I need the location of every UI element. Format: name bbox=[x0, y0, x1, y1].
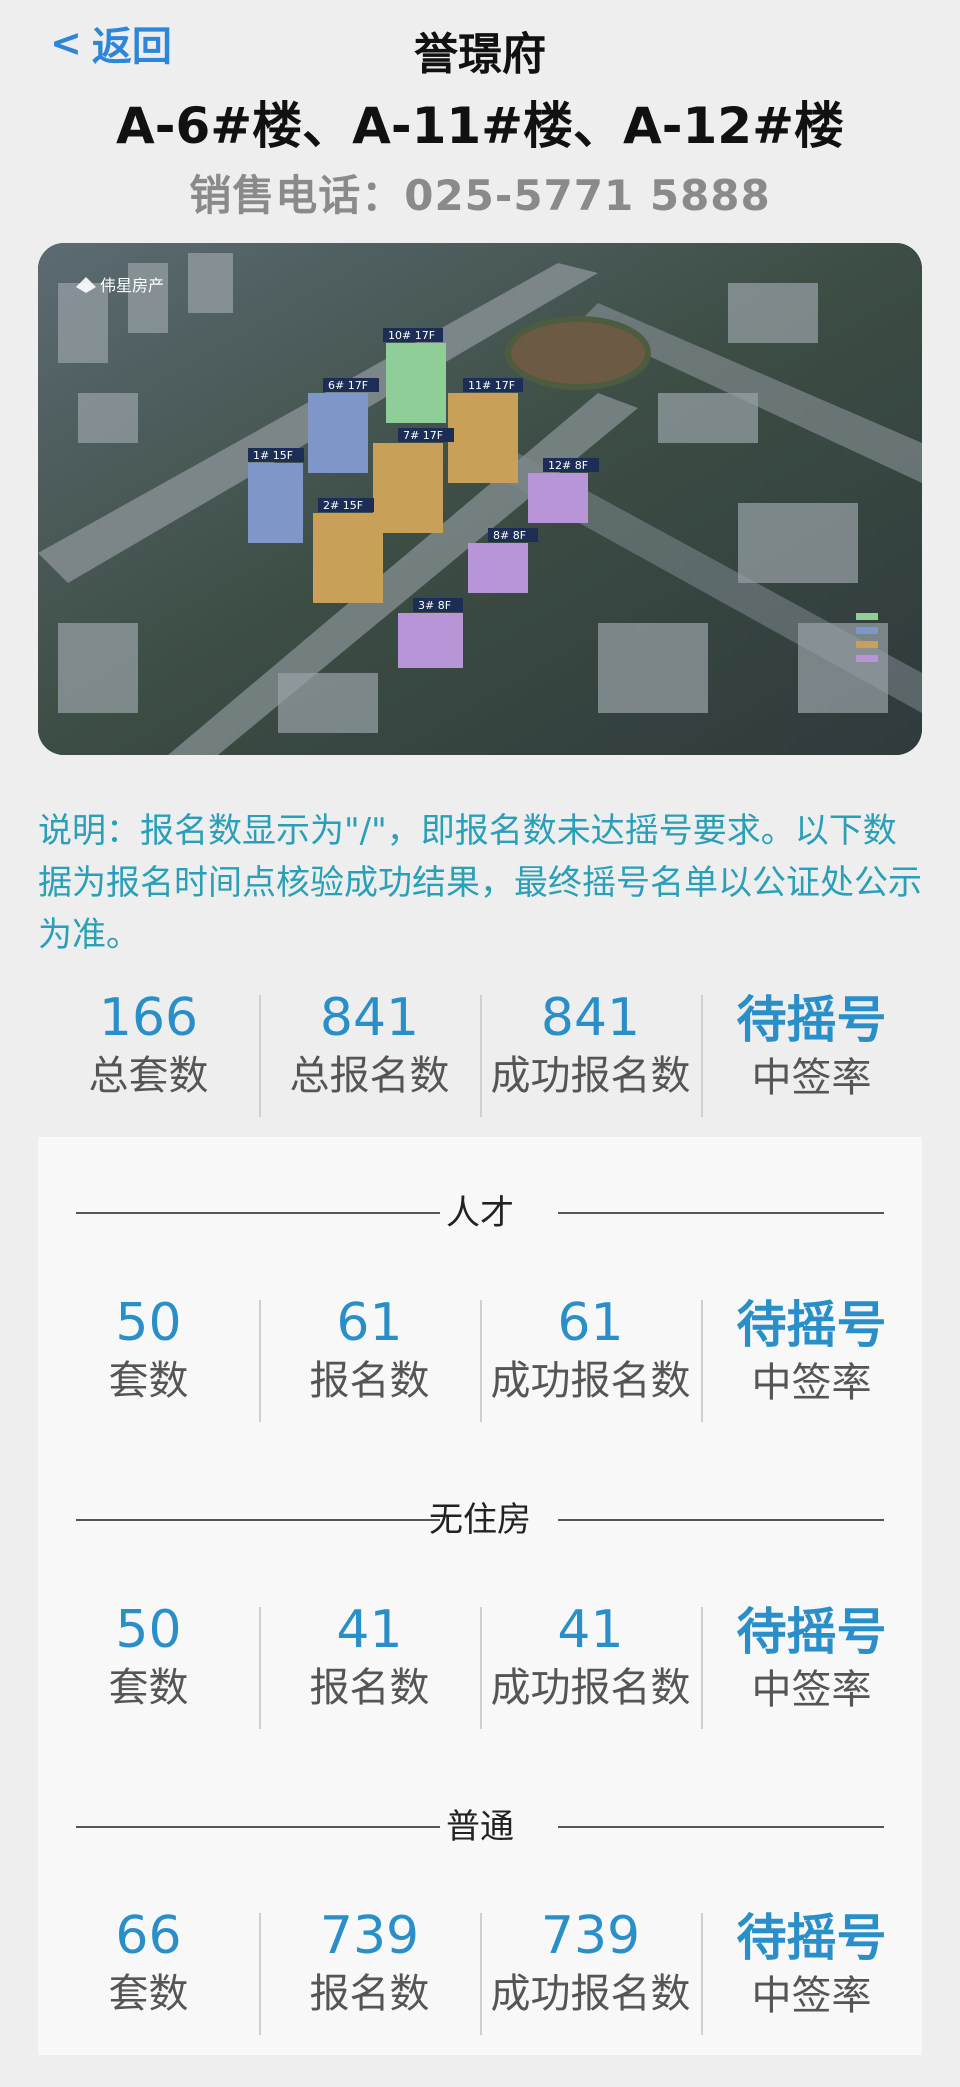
section-header-no-housing: 无住房 bbox=[38, 1495, 922, 1545]
stat-total-applicants: 841 总报名数 bbox=[259, 985, 480, 1117]
project-name: 誉璟府 bbox=[414, 29, 546, 80]
success-value: 41 bbox=[557, 1600, 624, 1660]
rate-value: 待摇号 bbox=[736, 991, 887, 1049]
svg-text:2# 15F: 2# 15F bbox=[323, 499, 363, 512]
stat-rate: 待摇号 中签率 bbox=[701, 1290, 922, 1422]
units-value: 66 bbox=[115, 1906, 182, 1966]
applicants-label: 报名数 bbox=[309, 1665, 430, 1711]
rate-label: 中签率 bbox=[751, 1667, 872, 1713]
svg-text:6# 17F: 6# 17F bbox=[328, 379, 368, 392]
stat-rate: 待摇号 中签率 bbox=[701, 985, 922, 1117]
success-applicants-value: 841 bbox=[540, 988, 641, 1048]
applicants-label: 报名数 bbox=[309, 1358, 430, 1404]
total-units-label: 总套数 bbox=[88, 1053, 209, 1099]
stat-rate: 待摇号 中签率 bbox=[701, 1597, 922, 1729]
brand-label: 伟星房产 bbox=[100, 276, 164, 295]
svg-text:11# 17F: 11# 17F bbox=[468, 379, 515, 392]
rate-value: 待摇号 bbox=[736, 1296, 887, 1354]
units-value: 50 bbox=[115, 1600, 182, 1660]
success-value: 61 bbox=[557, 1293, 624, 1353]
stat-applicants: 739 报名数 bbox=[259, 1903, 480, 2035]
section-title: 普通 bbox=[446, 1807, 514, 1847]
units-label: 套数 bbox=[108, 1971, 189, 2017]
rate-label: 中签率 bbox=[751, 1055, 872, 1101]
svg-text:8# 8F: 8# 8F bbox=[493, 529, 526, 542]
section-title: 无住房 bbox=[429, 1500, 531, 1540]
total-applicants-label: 总报名数 bbox=[289, 1053, 450, 1099]
svg-text:3# 8F: 3# 8F bbox=[418, 599, 451, 612]
applicants-label: 报名数 bbox=[309, 1971, 430, 2017]
no-housing-stats: 50 套数 41 报名数 41 成功报名数 待摇号 中签率 bbox=[38, 1597, 922, 1729]
stat-units: 50 套数 bbox=[38, 1290, 259, 1420]
units-label: 套数 bbox=[108, 1665, 189, 1711]
success-value: 739 bbox=[540, 1906, 641, 1966]
explanation-note: 说明：报名数显示为"/"，即报名数未达摇号要求。以下数据为报名时间点核验成功结果… bbox=[38, 811, 922, 955]
success-label: 成功报名数 bbox=[490, 1971, 691, 2017]
stat-total-units: 166 总套数 bbox=[38, 985, 259, 1115]
stat-success: 61 成功报名数 bbox=[480, 1290, 701, 1422]
summary-stats: 166 总套数 841 总报名数 841 成功报名数 待摇号 中签率 bbox=[38, 985, 922, 1117]
section-title: 人才 bbox=[446, 1193, 514, 1233]
units-label: 套数 bbox=[108, 1358, 189, 1404]
svg-text:10# 17F: 10# 17F bbox=[388, 329, 435, 342]
stat-applicants: 61 报名数 bbox=[259, 1290, 480, 1422]
rate-label: 中签率 bbox=[751, 1973, 872, 2019]
total-units-value: 166 bbox=[98, 988, 199, 1048]
stat-units: 50 套数 bbox=[38, 1597, 259, 1727]
rate-value: 待摇号 bbox=[736, 1909, 887, 1967]
regular-stats: 66 套数 739 报名数 739 成功报名数 待摇号 中签率 bbox=[38, 1903, 922, 2035]
aerial-site-image: 10# 17F 6# 17F 11# 17F 7# 17F 1# 15F 12#… bbox=[38, 243, 922, 755]
success-label: 成功报名数 bbox=[490, 1665, 691, 1711]
svg-text:1# 15F: 1# 15F bbox=[253, 449, 293, 462]
stat-units: 66 套数 bbox=[38, 1903, 259, 2033]
stat-applicants: 41 报名数 bbox=[259, 1597, 480, 1729]
svg-text:7# 17F: 7# 17F bbox=[403, 429, 443, 442]
stat-success: 41 成功报名数 bbox=[480, 1597, 701, 1729]
success-label: 成功报名数 bbox=[490, 1358, 691, 1404]
stat-rate: 待摇号 中签率 bbox=[701, 1903, 922, 2035]
section-header-regular: 普通 bbox=[38, 1802, 922, 1852]
applicants-value: 41 bbox=[336, 1600, 403, 1660]
units-value: 50 bbox=[115, 1293, 182, 1353]
rate-label: 中签率 bbox=[751, 1360, 872, 1406]
applicants-value: 739 bbox=[319, 1906, 420, 1966]
svg-text:12# 8F: 12# 8F bbox=[548, 459, 588, 472]
total-applicants-value: 841 bbox=[319, 988, 420, 1048]
sales-phone: 销售电话：025-5771 5888 bbox=[189, 171, 771, 220]
building-list: A-6#楼、A-11#楼、A-12#楼 bbox=[116, 97, 844, 155]
stat-success-applicants: 841 成功报名数 bbox=[480, 985, 701, 1117]
rate-value: 待摇号 bbox=[736, 1603, 887, 1661]
success-applicants-label: 成功报名数 bbox=[490, 1053, 691, 1099]
talent-stats: 50 套数 61 报名数 61 成功报名数 待摇号 中签率 bbox=[38, 1290, 922, 1422]
applicants-value: 61 bbox=[336, 1293, 403, 1353]
stat-success: 739 成功报名数 bbox=[480, 1903, 701, 2035]
section-header-talent: 人才 bbox=[38, 1188, 922, 1238]
